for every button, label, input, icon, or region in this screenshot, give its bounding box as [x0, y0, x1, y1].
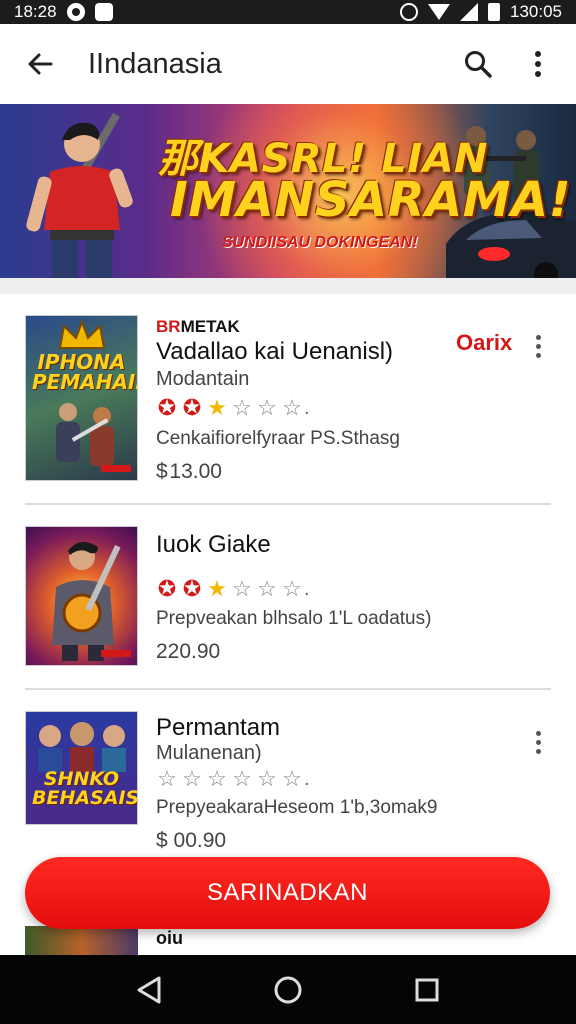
item-description: Cenkaifiorelfyraar PS.Sthasg	[156, 428, 400, 449]
item-title: Permantam	[156, 714, 281, 741]
app-bar: IIndanasia	[0, 24, 576, 104]
rating-dot: .	[304, 768, 310, 790]
game-thumbnail: SHNKO BEHASAIS	[25, 711, 138, 825]
home-circle-icon[interactable]	[268, 970, 308, 1010]
brand-badge: Oarix	[456, 330, 513, 355]
battery-icon	[488, 3, 500, 21]
page-title: IIndanasia	[88, 47, 222, 80]
star-filled-icon: ✪	[182, 395, 202, 420]
crown-icon	[58, 320, 106, 349]
row-divider	[25, 688, 551, 690]
item-price: $ 00.90	[156, 829, 227, 852]
fighters-image	[56, 403, 114, 466]
search-icon[interactable]	[458, 44, 498, 84]
item-description: PrepyeakaraHeseom 1'b,3omak9	[156, 797, 438, 818]
record-icon	[66, 3, 85, 21]
star-empty-icon: ☆	[232, 395, 252, 420]
rating-dot: .	[304, 397, 310, 419]
star-empty-icon: ☆	[257, 395, 277, 420]
signal-icon	[460, 3, 478, 21]
item-subtitle: Modantain	[156, 368, 250, 390]
label-rest: METAK	[180, 317, 240, 336]
primary-action-button[interactable]: SARINADKAN	[25, 857, 550, 929]
row-divider	[25, 503, 551, 505]
star-empty-icon: ☆	[182, 766, 202, 791]
banner-headline-2: IMANSARAMA!	[170, 172, 572, 228]
wifi-icon	[428, 4, 450, 20]
star-filled-icon: ✪	[182, 576, 202, 601]
star-empty-icon: ☆	[282, 395, 302, 420]
promo-banner[interactable]: 那KASRL! LIAN IMANSARAMA! SUNDIISAU DOKIN…	[0, 104, 576, 278]
status-bar: 18:28 130:05	[0, 0, 576, 24]
item-subtitle: Mulanenan)	[156, 742, 262, 764]
item-more-icon[interactable]	[524, 726, 552, 758]
rating-dot: .	[304, 578, 310, 600]
status-time: 18:28	[14, 2, 57, 21]
back-arrow-icon[interactable]	[22, 46, 58, 82]
notification-icon	[94, 3, 113, 21]
item-title: oiu	[156, 928, 183, 948]
star-empty-icon: ☆	[232, 766, 252, 791]
star-filled-icon: ✪	[157, 395, 177, 420]
thumbnail-title: IPHONA PEMAHAII!	[32, 350, 137, 394]
back-triangle-icon[interactable]	[129, 970, 169, 1010]
game-thumbnail: IPHONA PEMAHAII!	[25, 315, 138, 481]
hero-character-image	[26, 112, 133, 278]
star-empty-icon: ☆	[232, 576, 252, 601]
item-label: BRMETAK	[156, 317, 240, 337]
thumbnail-title: SHNKO BEHASAIS	[32, 768, 138, 809]
characters-image	[38, 722, 126, 772]
alarm-icon	[400, 3, 418, 21]
label-red: BR	[156, 317, 181, 336]
star-empty-icon: ☆	[282, 766, 302, 791]
rating-stars: ✪ ✪ ★ ☆ ☆ ☆ .	[156, 397, 310, 420]
item-more-icon[interactable]	[524, 330, 552, 362]
warrior-image	[52, 541, 121, 661]
section-divider	[0, 278, 576, 294]
star-empty-icon: ☆	[257, 576, 277, 601]
system-nav-bar	[0, 955, 576, 1024]
star-empty-icon: ☆	[282, 576, 302, 601]
star-half-icon: ★	[207, 395, 227, 420]
item-price: $ 13.00	[156, 460, 222, 483]
thumbnail-badge	[101, 465, 131, 472]
game-thumbnail	[25, 526, 138, 666]
banner-subline: SUNDIISAU DOKINGEAN!	[222, 234, 418, 251]
star-empty-icon: ☆	[157, 766, 177, 791]
star-empty-icon: ☆	[257, 766, 277, 791]
rating-stars: ✪ ✪ ★ ☆ ☆ ☆ .	[156, 578, 310, 601]
status-clock-right: 130:05	[510, 2, 562, 21]
thumbnail-badge	[101, 650, 131, 657]
item-description: Prepveakan blhsalo 1'L oadatus)	[156, 608, 432, 629]
star-empty-icon: ☆	[207, 766, 227, 791]
item-price: 220.90	[156, 640, 221, 663]
item-title: Vadallao kai Uenanisl)	[156, 338, 394, 365]
more-vert-icon[interactable]	[518, 44, 558, 84]
rating-stars: ☆ ☆ ☆ ☆ ☆ ☆ .	[156, 766, 310, 791]
item-title: Iuok Giake	[156, 531, 271, 558]
star-filled-icon: ✪	[157, 576, 177, 601]
star-half-icon: ★	[207, 576, 227, 601]
recents-square-icon[interactable]	[407, 970, 447, 1010]
game-thumbnail	[25, 926, 138, 956]
